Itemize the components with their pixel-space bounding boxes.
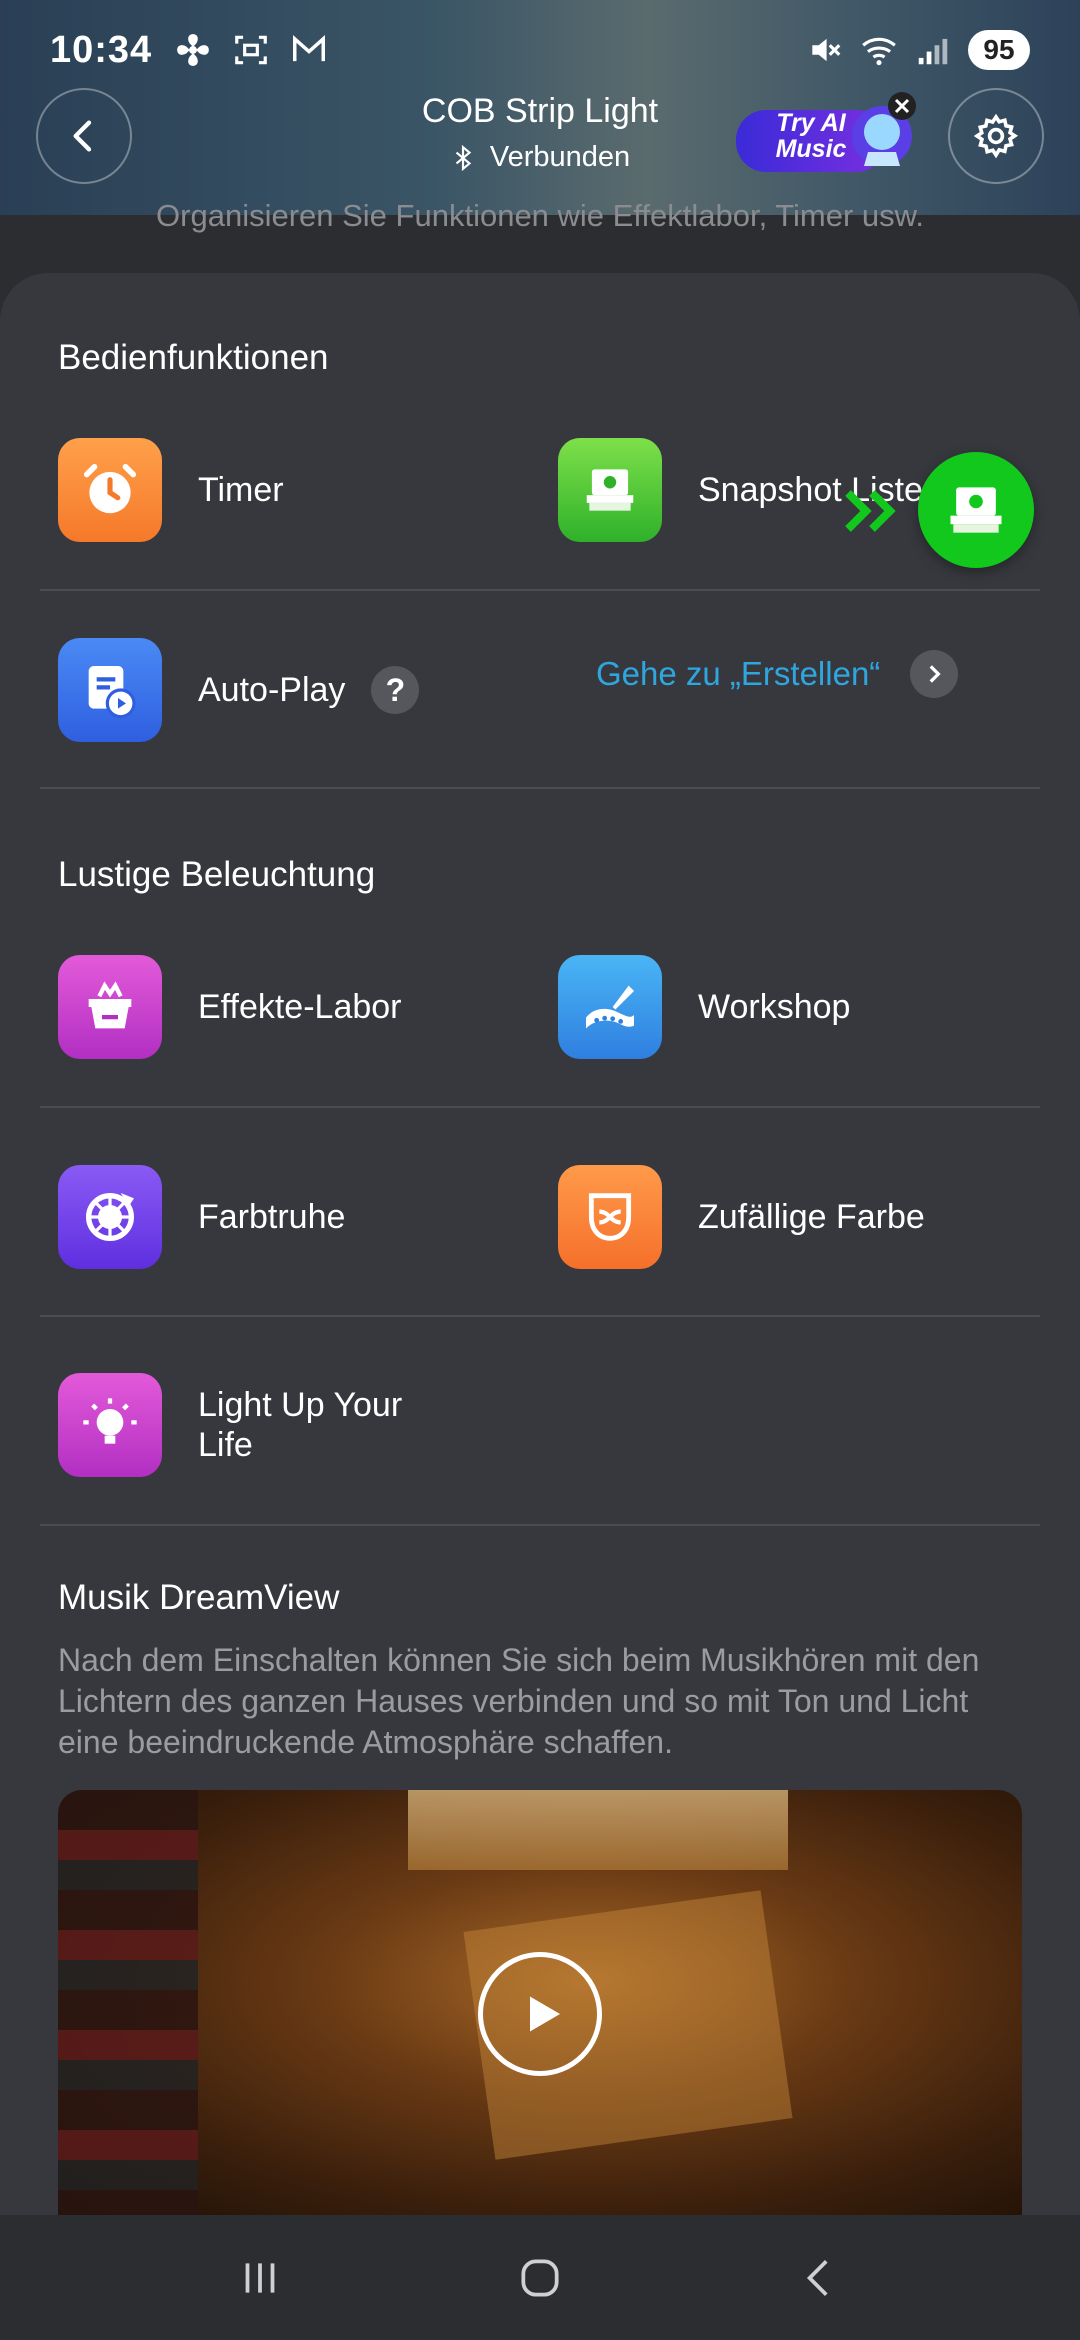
back-icon [73,120,92,152]
divider [40,1106,1040,1108]
system-back-icon[interactable] [795,2253,845,2303]
divider [40,787,1040,789]
light-up-your-life-item[interactable]: Light Up Your Life [58,1373,402,1477]
play-icon [530,1996,560,2032]
color-chest-item[interactable]: Farbtruhe [58,1165,345,1269]
random-color-item[interactable]: Zufällige Farbe [558,1165,925,1269]
autoplay-item[interactable]: Auto-Play ? [58,638,420,742]
device-title-block: COB Strip Light Verbunden [340,92,740,174]
effects-lab-label: Effekte-Labor [198,988,402,1026]
color-chest-label: Farbtruhe [198,1198,346,1236]
chevron-right-icon [910,650,959,698]
divider [40,1315,1040,1317]
dreamview-description: Nach dem Einschalten können Sie sich bei… [58,1642,980,1760]
snapshot-icon [558,438,662,542]
battery-level: 95 [968,30,1030,70]
try-ai-music-banner[interactable]: Try AI Music [734,92,926,182]
light-up-your-life-label: Light Up Your Life [198,1385,402,1465]
video-scene-curtain [408,1790,788,1870]
chevron-right-double-icon [845,490,896,532]
video-scene-wall [58,1790,198,2215]
ai-badge-line1: Try AI [776,109,846,137]
help-button[interactable]: ? [371,666,420,714]
paint-strip-icon [558,955,662,1059]
light-up-line1: Light Up Your [198,1386,403,1424]
wifi-icon [862,37,896,66]
effects-lab-item[interactable]: Effekte-Labor [58,955,402,1059]
signal-icon [918,38,948,65]
settings-button[interactable] [948,88,1044,184]
divider [40,1524,1040,1526]
timer-item[interactable]: Timer [58,438,284,542]
connection-status-label: Verbunden [489,141,631,173]
clock-icon [58,438,162,542]
floating-snapshot-button[interactable] [918,452,1034,568]
goto-create-label: Gehe zu „Erstellen“ [596,655,881,692]
autoplay-label: Auto-Play [198,671,346,709]
snapshot-icon [950,487,1002,533]
mask-icon [558,1165,662,1269]
device-title: COB Strip Light [421,92,659,130]
system-navigation-bar [0,2215,1080,2340]
back-button[interactable] [36,88,132,184]
app-header: 10:34 95 COB Strip Light Verbunden Try A… [0,0,1080,215]
basket-icon [58,955,162,1059]
section-title-dreamview: Musik DreamView [58,1578,340,1617]
section-title-fun-lighting: Lustige Beleuchtung [58,855,376,894]
timer-label: Timer [198,471,284,509]
workshop-item[interactable]: Workshop [558,955,850,1059]
random-color-label: Zufällige Farbe [698,1198,925,1236]
status-time: 10:34 [50,28,153,71]
divider [40,589,1040,591]
section-title-controls: Bedienfunktionen [58,338,329,377]
screenshot-icon [235,35,268,65]
status-bar: 10:34 95 [0,0,1080,100]
light-up-line2: Life [198,1426,253,1464]
autoplay-icon [58,638,162,742]
color-wheel-icon [58,1165,162,1269]
mute-icon [812,38,841,62]
recent-apps-icon[interactable] [235,2253,285,2303]
bulb-icon [58,1373,162,1477]
play-button[interactable] [478,1952,602,2076]
connection-status: Verbunden [340,141,740,174]
dreamview-video[interactable] [58,1790,1022,2215]
bluetooth-icon [455,144,472,171]
gear-icon [973,113,1019,159]
hidden-hint-text: Organisieren Sie Funktionen wie Effektla… [156,198,924,233]
ai-badge-line2: Music [775,135,847,163]
goto-create-link[interactable]: Gehe zu „Erstellen“ [596,650,959,698]
fan-icon [177,34,210,66]
home-icon[interactable] [515,2253,565,2303]
mail-icon [293,35,326,62]
workshop-label: Workshop [698,988,851,1026]
